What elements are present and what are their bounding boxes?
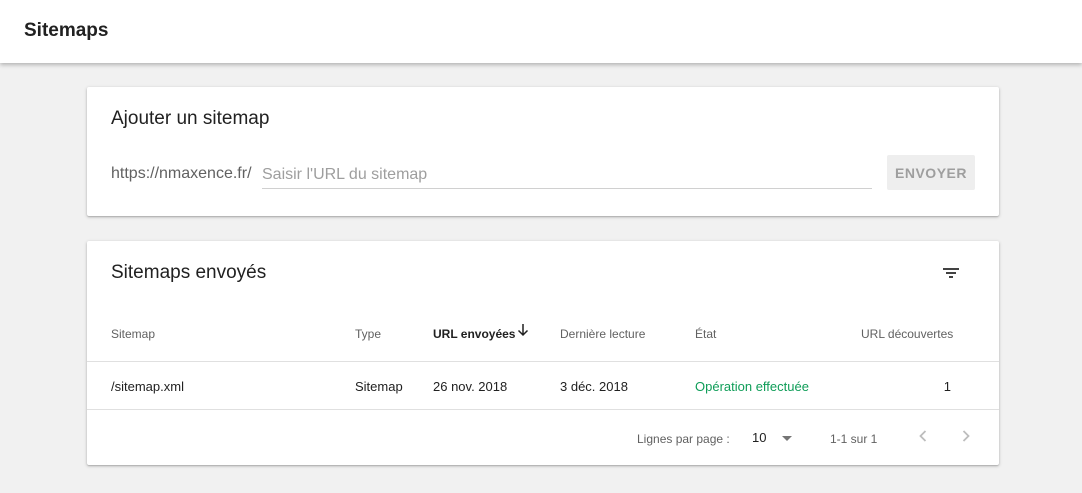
cell-sitemap: /sitemap.xml — [111, 379, 184, 394]
submitted-sitemaps-card: Sitemaps envoyés Sitemap Type URL envoyé… — [87, 241, 999, 465]
column-header-status[interactable]: État — [695, 327, 716, 341]
cell-type: Sitemap — [355, 379, 403, 394]
add-sitemap-card: Ajouter un sitemap https://nmaxence.fr/ … — [87, 87, 999, 216]
filter-icon[interactable] — [939, 261, 963, 285]
add-sitemap-title: Ajouter un sitemap — [111, 108, 270, 129]
arrow-down-icon[interactable] — [516, 323, 530, 337]
status-badge: Opération effectuée — [695, 379, 809, 394]
submitted-sitemaps-title: Sitemaps envoyés — [111, 262, 267, 283]
sitemap-url-input[interactable] — [262, 161, 872, 189]
column-header-urls-submitted[interactable]: URL envoyées — [433, 327, 515, 341]
caret-down-icon[interactable] — [780, 434, 794, 444]
top-app-bar: Sitemaps — [0, 0, 1082, 63]
header-divider — [87, 361, 999, 362]
cell-urls-submitted: 26 nov. 2018 — [433, 379, 508, 394]
chevron-right-icon[interactable] — [956, 426, 976, 446]
cell-last-read: 3 déc. 2018 — [560, 379, 628, 394]
page-title: Sitemaps — [24, 20, 109, 41]
column-header-type[interactable]: Type — [355, 327, 381, 341]
rows-per-page-label: Lignes par page : — [637, 432, 730, 446]
column-header-last-read[interactable]: Dernière lecture — [560, 327, 645, 341]
chevron-left-icon[interactable] — [913, 426, 933, 446]
url-prefix: https://nmaxence.fr/ — [111, 165, 252, 182]
submit-button[interactable]: ENVOYER — [887, 155, 975, 190]
rows-per-page-select[interactable]: 10 — [752, 430, 766, 445]
pagination-range: 1-1 sur 1 — [830, 432, 878, 446]
column-header-sitemap[interactable]: Sitemap — [111, 327, 155, 341]
column-header-urls-discovered[interactable]: URL découvertes — [861, 327, 953, 341]
cell-urls-discovered: 1 — [943, 379, 951, 394]
row-divider — [87, 409, 999, 410]
